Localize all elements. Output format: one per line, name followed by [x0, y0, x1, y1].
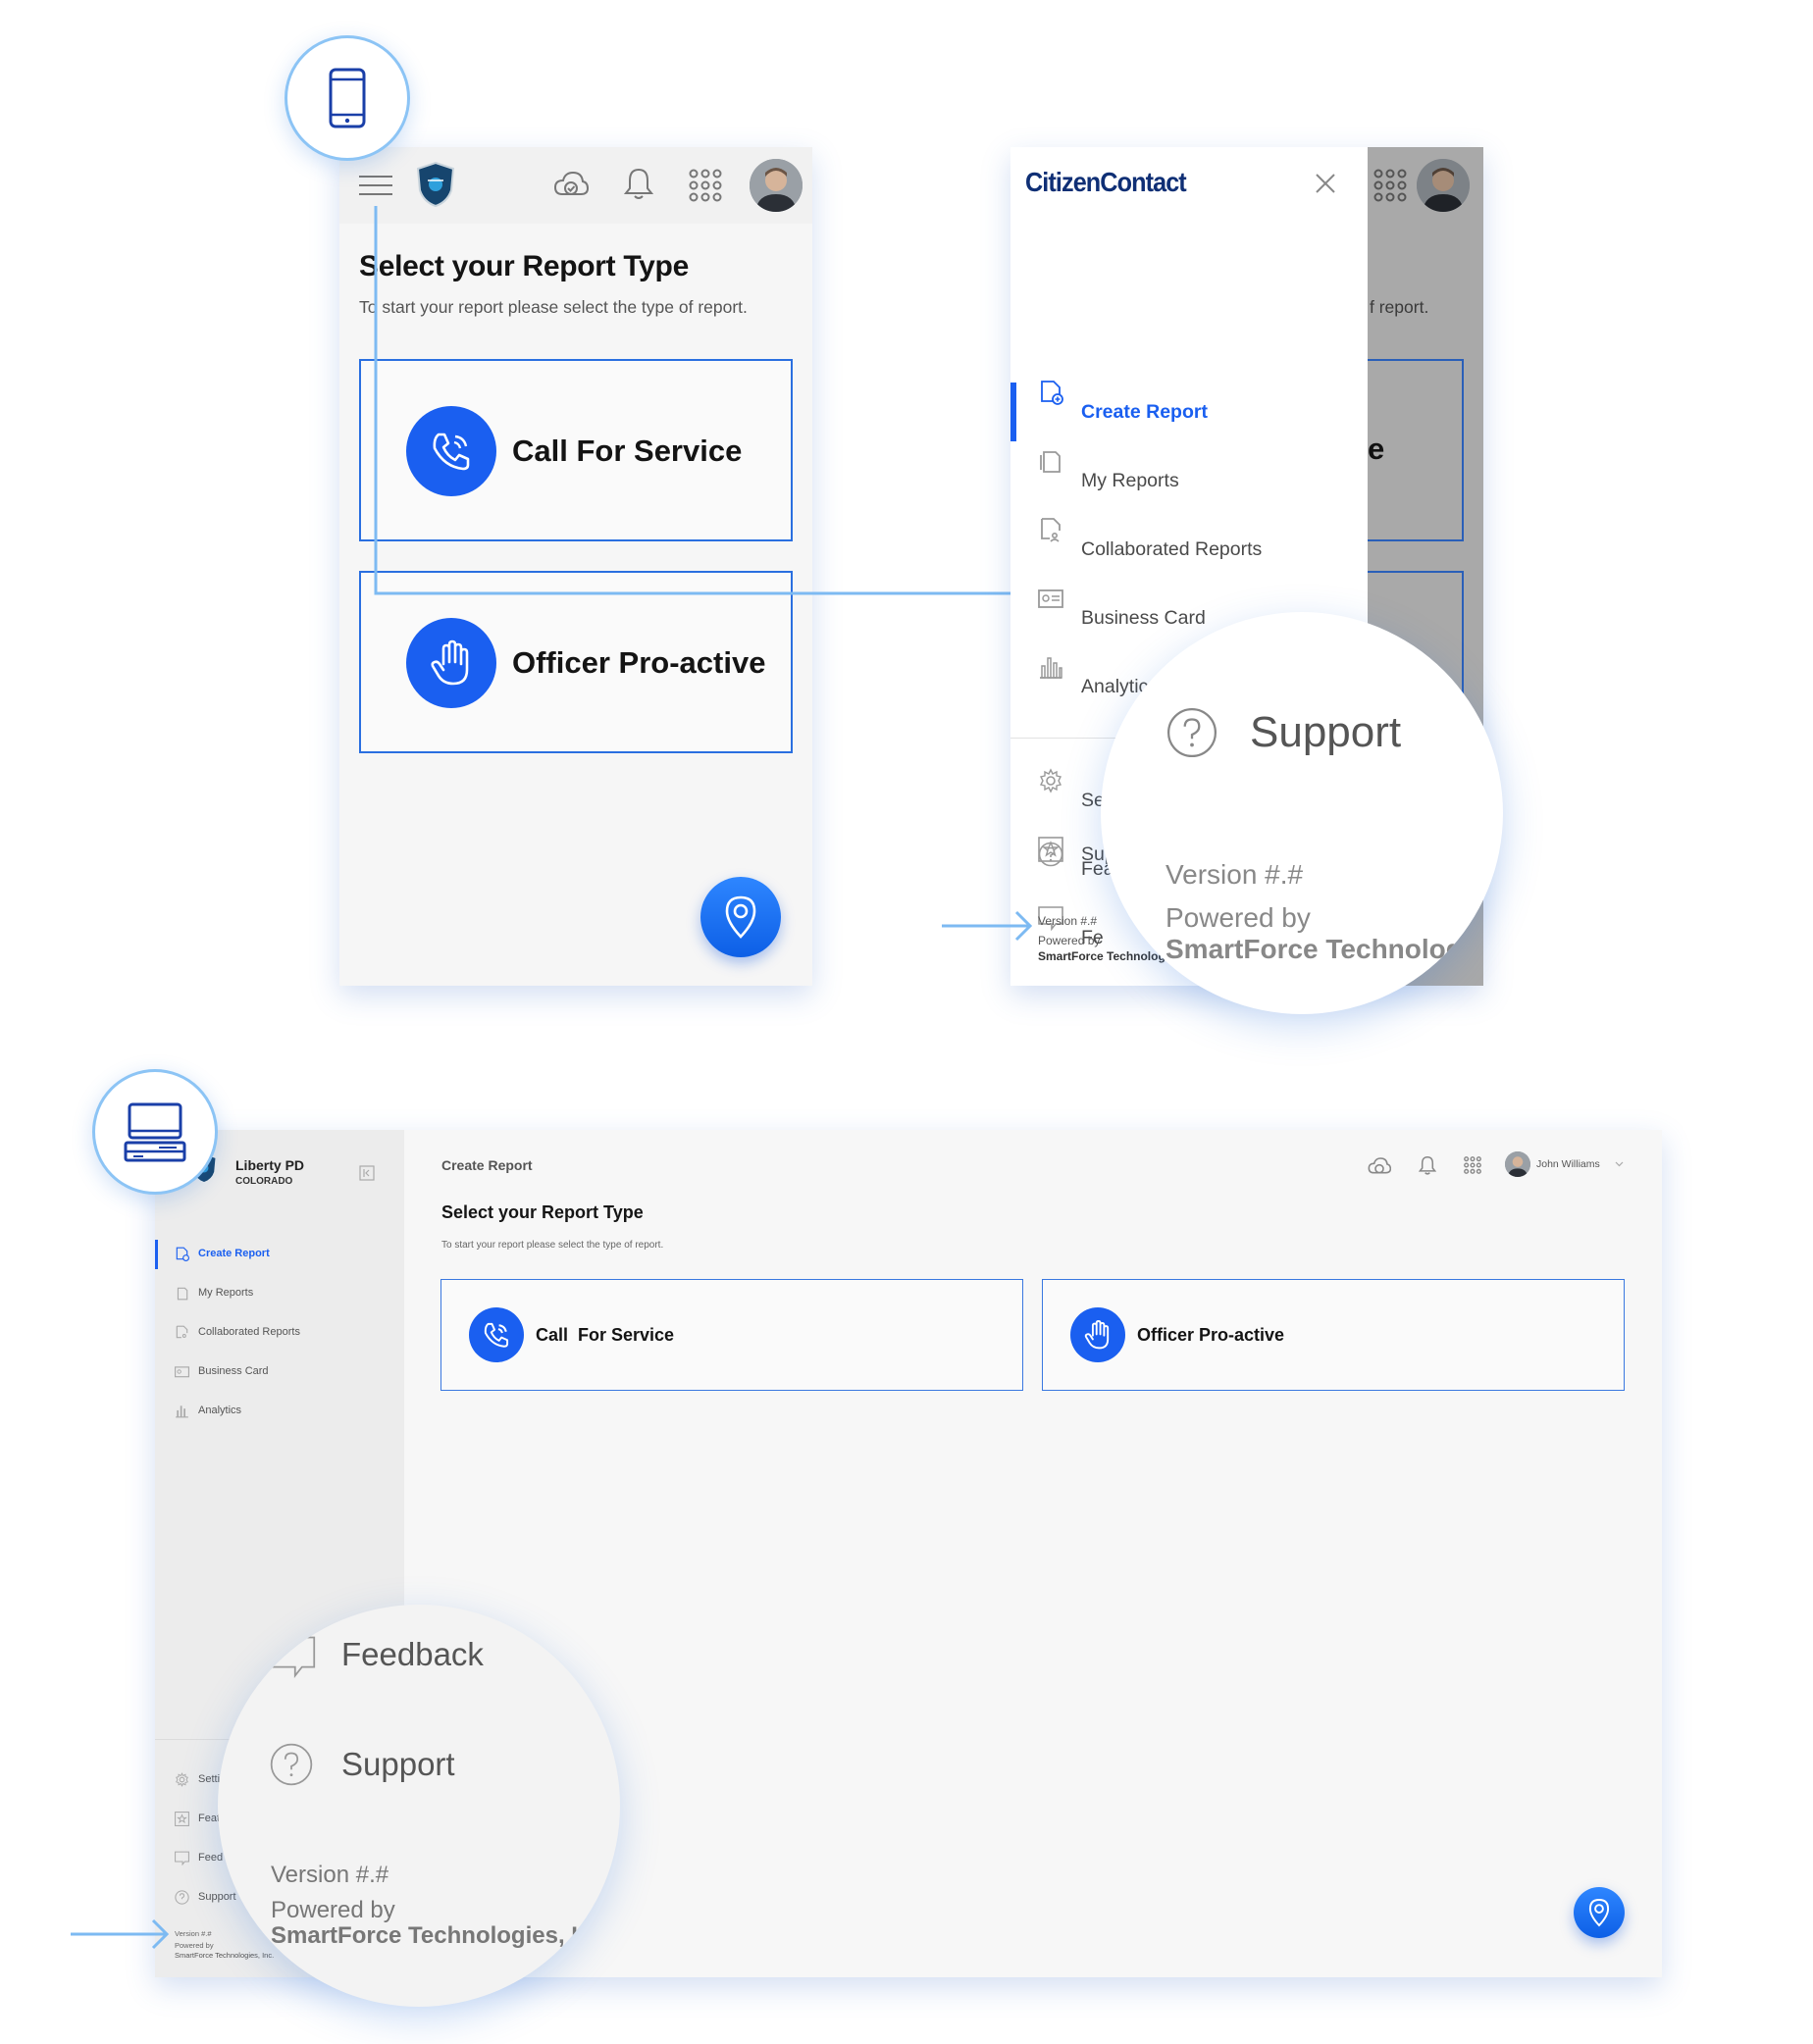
magnified-support-label: Support [1250, 708, 1402, 756]
officer-pro-active-card[interactable]: Officer Pro-active [1042, 1279, 1625, 1391]
business-card-icon [175, 1366, 189, 1378]
dimmed-card-letter: e [1368, 432, 1385, 466]
drawer-item-label: Collaborated Reports [1081, 537, 1263, 560]
sidebar-item-label: Create Report [198, 1248, 270, 1259]
hand-icon [1070, 1307, 1125, 1362]
collaborated-reports-icon [176, 1325, 188, 1339]
sidebar-item-collaborated-reports[interactable]: Collaborated Reports [155, 1318, 404, 1348]
magnified-version: Version #.# [1166, 859, 1304, 890]
bell-icon[interactable] [1419, 1155, 1436, 1175]
phone-icon [469, 1307, 524, 1362]
mobile-device-badge [285, 35, 410, 161]
active-indicator [155, 1240, 158, 1269]
help-icon [175, 1890, 189, 1905]
sidebar-item-business-card[interactable]: Business Card [155, 1357, 404, 1387]
location-fab[interactable] [700, 877, 781, 957]
magnified-version: Version #.# [271, 1862, 389, 1888]
chevron-down-icon [1615, 1161, 1624, 1167]
sidebar-item-label: Feed [198, 1852, 224, 1864]
star-icon [175, 1812, 189, 1826]
location-fab[interactable] [1574, 1887, 1625, 1938]
magnified-company: SmartForce Technolog [1166, 934, 1463, 964]
bell-icon[interactable] [624, 167, 653, 200]
desktop-footer-callout-arrow [71, 1918, 170, 1950]
magnified-powered-by: Powered by [1166, 902, 1311, 933]
hand-icon [406, 618, 496, 708]
sidebar-magnifier: Feedback Support Version #.# Powered by … [218, 1605, 620, 2007]
gear-icon [1039, 768, 1062, 793]
dimmed-avatar [1417, 159, 1470, 212]
footer-callout-arrow [942, 910, 1033, 942]
create-report-icon [176, 1247, 189, 1261]
org-region: COLORADO [235, 1176, 293, 1187]
analytics-icon [176, 1405, 188, 1418]
card-label: Officer Pro-active [1137, 1325, 1285, 1345]
sidebar-item-label: Business Card [198, 1365, 269, 1377]
business-card-icon [1038, 589, 1063, 608]
location-pin-icon [725, 895, 756, 939]
close-icon[interactable] [1315, 173, 1336, 194]
page-subtitle: To start your report please select the t… [441, 1240, 664, 1251]
my-reports-icon [177, 1287, 188, 1301]
desktop-device-badge [92, 1069, 218, 1195]
help-icon [1166, 707, 1217, 758]
drawer-item-collaborated-reports[interactable]: Collaborated Reports [1010, 518, 1368, 579]
menu-icon[interactable] [359, 175, 392, 196]
magnified-feedback-label: Feedback [341, 1636, 484, 1672]
drawer-item-my-reports[interactable]: My Reports [1010, 451, 1368, 510]
sidebar-item-label: Analytics [198, 1405, 242, 1416]
brand-logo: CitizenContact [1025, 167, 1187, 197]
apps-grid-icon[interactable] [689, 169, 722, 202]
sidebar-item-create-report[interactable]: Create Report [155, 1240, 404, 1269]
sidebar-item-label: Setti [198, 1773, 221, 1785]
analytics-icon [1040, 657, 1062, 679]
dimmed-subtitle-fragment: f report. [1370, 297, 1429, 317]
feedback-icon [175, 1851, 189, 1865]
user-menu[interactable]: John Williams [1505, 1151, 1632, 1179]
avatar [1505, 1151, 1530, 1177]
active-indicator [1010, 383, 1016, 441]
my-reports-icon [1040, 451, 1061, 473]
page-title: Select your Report Type [441, 1202, 644, 1222]
help-icon [270, 1743, 313, 1786]
org-name: Liberty PD [235, 1157, 305, 1173]
location-pin-icon [1588, 1899, 1610, 1927]
sidebar-item-label: Support [198, 1891, 236, 1903]
menu-connector-line [374, 206, 1014, 595]
sidebar-item-my-reports[interactable]: My Reports [155, 1279, 404, 1308]
dimmed-apps-grid-icon [1373, 169, 1407, 202]
card-label: Call For Service [536, 1325, 675, 1345]
card-label: Officer Pro-active [512, 645, 766, 680]
user-name: John Williams [1536, 1158, 1600, 1170]
sidebar-item-analytics[interactable]: Analytics [155, 1397, 404, 1426]
collapse-sidebar-icon[interactable] [359, 1165, 375, 1181]
call-for-service-card[interactable]: Call For Service [440, 1279, 1023, 1391]
drawer-item-create-report[interactable]: Create Report [1010, 381, 1368, 441]
drawer-item-label: My Reports [1081, 469, 1179, 491]
help-icon [1038, 842, 1063, 867]
apps-grid-icon[interactable] [1464, 1156, 1481, 1174]
gear-icon [176, 1772, 188, 1787]
desktop-computer-icon [124, 1102, 186, 1162]
magnified-company: SmartForce Technologies, Inc [271, 1922, 605, 1949]
feedback-icon [271, 1636, 316, 1678]
smartphone-icon [329, 68, 366, 128]
create-report-icon [1041, 381, 1063, 405]
collaborated-reports-icon [1041, 518, 1061, 542]
avatar[interactable] [750, 159, 803, 212]
drawer-item-label: Create Report [1081, 400, 1208, 423]
cloud-check-icon[interactable] [553, 169, 589, 200]
magnified-support-label: Support [341, 1746, 455, 1782]
magnified-powered-by: Powered by [271, 1897, 395, 1923]
sidebar-item-label: My Reports [198, 1287, 254, 1299]
company-text: SmartForce Technolog [1038, 949, 1166, 963]
sidebar-item-label: Feat [198, 1813, 221, 1824]
breadcrumb: Create Report [441, 1157, 533, 1173]
drawer-magnifier: Support Version #.# Powered by SmartForc… [1101, 612, 1503, 1014]
liberty-police-logo [414, 161, 457, 208]
sidebar-item-label: Collaborated Reports [198, 1326, 300, 1338]
drawer-item-label: Business Card [1081, 606, 1206, 629]
cloud-check-icon[interactable] [1368, 1155, 1391, 1177]
